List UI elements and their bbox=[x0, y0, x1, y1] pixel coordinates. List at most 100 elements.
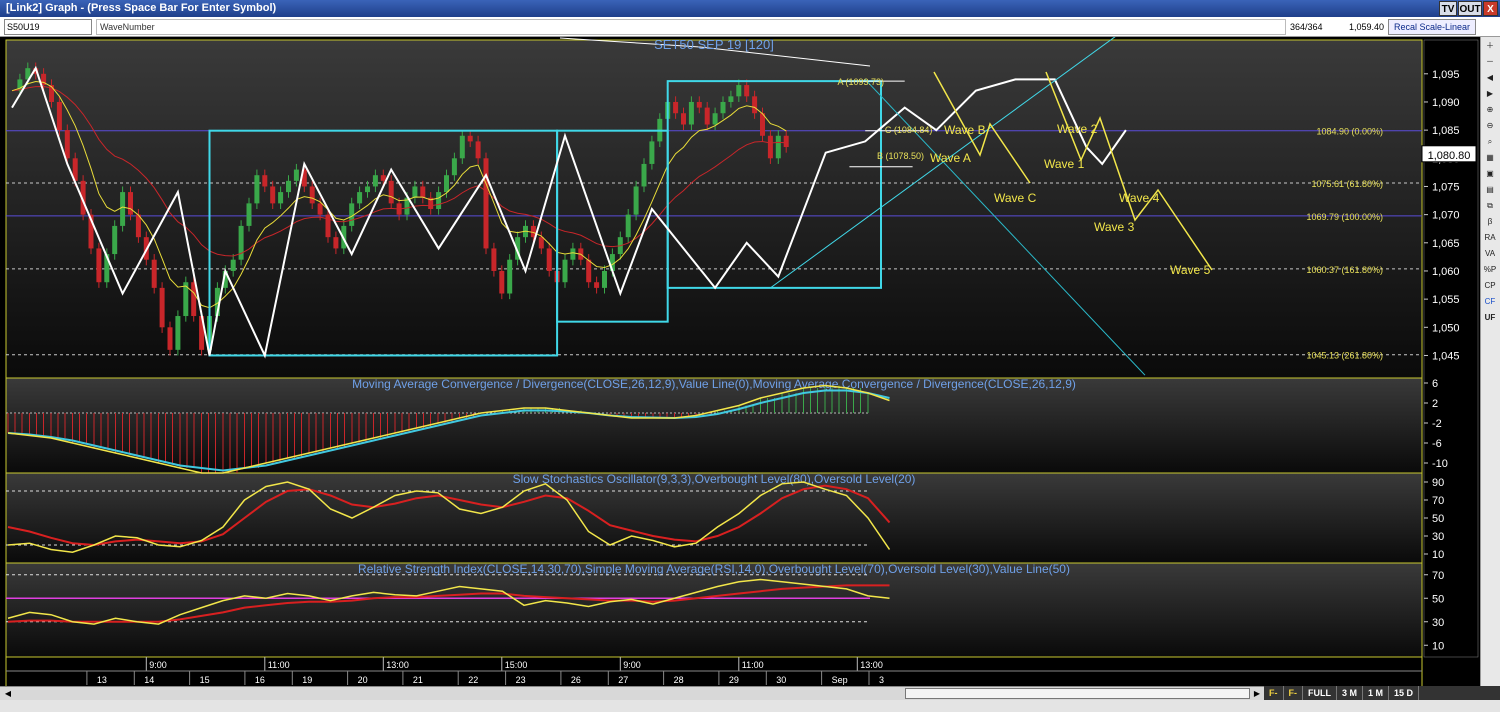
price-tick-label: 1,065 bbox=[1432, 238, 1460, 250]
fib-label: 1060.37 (161.80%) bbox=[1306, 265, 1383, 275]
candle bbox=[499, 270, 505, 294]
candle bbox=[459, 135, 465, 159]
zoom-15d-button[interactable]: 15 D bbox=[1389, 686, 1420, 700]
date-label: 27 bbox=[618, 675, 628, 685]
price-tick-label: 1,055 bbox=[1432, 294, 1460, 306]
indicator-tick-label: -10 bbox=[1432, 458, 1448, 470]
main-chart-title: SET50 SEP 19 [120] bbox=[654, 37, 774, 52]
candle bbox=[681, 113, 686, 125]
grid-icon[interactable]: ▦ bbox=[1481, 150, 1499, 165]
zoom-f2-button[interactable]: F- bbox=[1284, 686, 1303, 700]
indicator-tick-label: 90 bbox=[1432, 477, 1444, 489]
date-label: 23 bbox=[516, 675, 526, 685]
candle bbox=[262, 175, 268, 187]
arrow-right-icon[interactable]: ▶ bbox=[1481, 86, 1499, 101]
date-label: 28 bbox=[674, 675, 684, 685]
price-tick-label: 1,075 bbox=[1432, 181, 1460, 193]
candle bbox=[491, 248, 497, 271]
cp-button[interactable]: CP bbox=[1481, 278, 1499, 293]
link-icon[interactable]: ⧉ bbox=[1481, 198, 1499, 213]
cf-button[interactable]: CF bbox=[1481, 294, 1499, 309]
candle bbox=[293, 169, 299, 181]
ra-button[interactable]: RA bbox=[1481, 230, 1499, 245]
date-label: Sep bbox=[832, 675, 848, 685]
indicator-title: Slow Stochastics Oscillator(9,3,3),Overb… bbox=[513, 472, 916, 486]
plus-icon[interactable]: ＋ bbox=[1481, 38, 1499, 53]
lock-icon[interactable]: ▣ bbox=[1481, 166, 1499, 181]
candle bbox=[238, 225, 244, 260]
indicator-tick-label: 70 bbox=[1432, 570, 1444, 582]
window-title-bar: [Link2] Graph - (Press Space Bar For Ent… bbox=[0, 0, 1500, 17]
close-button[interactable]: X bbox=[1483, 1, 1498, 16]
beta-button[interactable]: β bbox=[1481, 214, 1499, 229]
date-label: 30 bbox=[776, 675, 786, 685]
candle bbox=[483, 158, 489, 249]
time-axis-frame bbox=[5, 656, 1423, 687]
minus-icon[interactable]: － bbox=[1481, 54, 1499, 69]
indicator-tick-label: -2 bbox=[1432, 418, 1442, 430]
candle bbox=[380, 175, 386, 181]
price-tick-label: 1,070 bbox=[1432, 210, 1460, 222]
zoom-in-icon[interactable]: ⊕ bbox=[1481, 102, 1499, 117]
candle bbox=[278, 192, 284, 204]
panel-frame bbox=[5, 562, 1423, 658]
candle bbox=[752, 96, 758, 114]
chart-canvas[interactable]: 1,0951,0901,0851,0801,0751,0701,0651,060… bbox=[0, 37, 1480, 687]
candle bbox=[128, 192, 133, 215]
out-button[interactable]: OUT bbox=[1458, 1, 1482, 16]
price-tick-label: 1,095 bbox=[1432, 69, 1460, 81]
wave-label: Wave C bbox=[994, 191, 1037, 205]
candle bbox=[230, 259, 236, 271]
zoom-1m-button[interactable]: 1 M bbox=[1363, 686, 1390, 700]
candle bbox=[594, 282, 600, 288]
status-strip bbox=[0, 700, 1500, 712]
recal-scale-button[interactable]: Recal Scale-Linear bbox=[1388, 19, 1476, 35]
candle bbox=[507, 259, 513, 294]
last-price-label: 1,080.80 bbox=[1428, 150, 1471, 162]
scroll-right-icon[interactable]: ▶ bbox=[1251, 688, 1263, 699]
fib-label: 1069.79 (100.00%) bbox=[1306, 212, 1383, 222]
time-label: 13:00 bbox=[860, 660, 883, 670]
study-field[interactable]: WaveNumber bbox=[96, 19, 1286, 35]
wave-label: Wave 1 bbox=[1044, 157, 1085, 171]
candle bbox=[744, 85, 750, 97]
candle bbox=[736, 85, 742, 97]
candle bbox=[175, 316, 181, 350]
zoom-out-icon[interactable]: ⊖ bbox=[1481, 118, 1499, 133]
search-icon[interactable]: ⌕ bbox=[1481, 134, 1499, 149]
symbol-input[interactable]: S50U19 bbox=[4, 19, 92, 35]
arrow-left-icon[interactable]: ◀ bbox=[1481, 70, 1499, 85]
scrollbar-thumb[interactable] bbox=[905, 688, 1250, 699]
chart-icon[interactable]: ▤ bbox=[1481, 182, 1499, 197]
fib-label: 1045.13 (261.80%) bbox=[1306, 351, 1383, 361]
zoom-full-button[interactable]: FULL bbox=[1303, 686, 1337, 700]
candle bbox=[64, 130, 70, 159]
candle bbox=[96, 248, 102, 283]
time-label: 9:00 bbox=[623, 660, 641, 670]
time-label: 11:00 bbox=[742, 660, 764, 670]
candle bbox=[270, 186, 276, 204]
fib-label: 1075.61 (61.80%) bbox=[1311, 179, 1383, 189]
candle bbox=[420, 186, 426, 198]
uf-button[interactable]: UF bbox=[1481, 310, 1499, 325]
wave-label: Wave 2 bbox=[1057, 122, 1098, 136]
wave-label: Wave 4 bbox=[1119, 191, 1160, 205]
scroll-left-icon[interactable]: ◀ bbox=[2, 688, 14, 699]
zoom-3m-button[interactable]: 3 M bbox=[1337, 686, 1364, 700]
candle bbox=[167, 327, 173, 350]
indicator-tick-label: 70 bbox=[1432, 495, 1444, 507]
candle bbox=[357, 192, 363, 204]
zoom-f1-button[interactable]: F- bbox=[1264, 686, 1284, 700]
date-label: 19 bbox=[302, 675, 312, 685]
va-button[interactable]: VA bbox=[1481, 246, 1499, 261]
candle bbox=[602, 270, 607, 288]
date-label: 29 bbox=[729, 675, 739, 685]
pct-button[interactable]: %P bbox=[1481, 262, 1499, 277]
candle bbox=[728, 96, 734, 102]
candle bbox=[451, 158, 457, 176]
tv-button[interactable]: TV bbox=[1439, 1, 1457, 16]
price-tick-label: 1,045 bbox=[1432, 350, 1460, 362]
time-label: 11:00 bbox=[268, 660, 290, 670]
tool-sidebar: ＋ － ◀ ▶ ⊕ ⊖ ⌕ ▦ ▣ ▤ ⧉ β RA VA %P CP CF U… bbox=[1480, 37, 1500, 687]
horizontal-scrollbar[interactable]: ◀ ▶ bbox=[0, 686, 1264, 700]
